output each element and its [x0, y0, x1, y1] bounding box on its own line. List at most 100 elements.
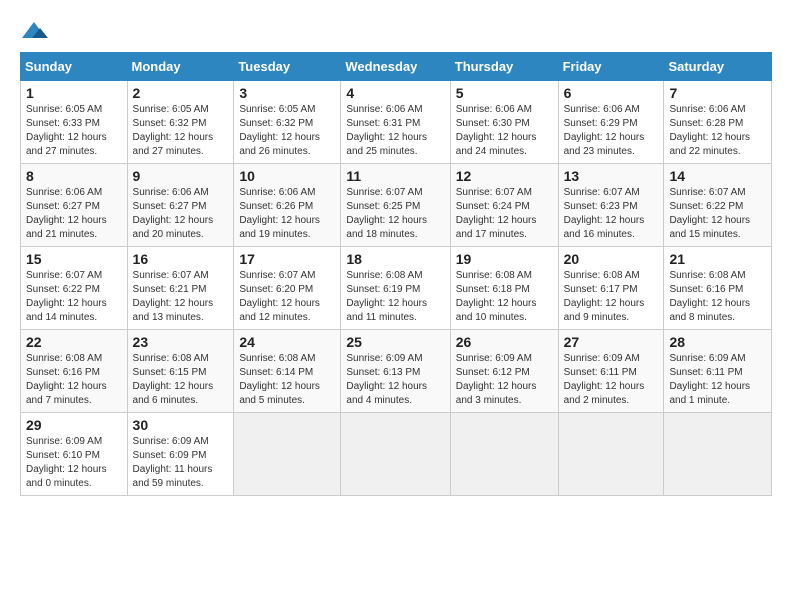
calendar-day-cell: 12 Sunrise: 6:07 AMSunset: 6:24 PMDayligh… — [450, 164, 558, 247]
calendar-day-cell: 13 Sunrise: 6:07 AMSunset: 6:23 PMDayligh… — [558, 164, 664, 247]
day-info: Sunrise: 6:09 AMSunset: 6:11 PMDaylight:… — [564, 352, 659, 408]
day-info: Sunrise: 6:07 AMSunset: 6:22 PMDaylight:… — [26, 269, 122, 325]
calendar-day-cell: 4Sunrise: 6:06 AMSunset: 6:31 PMDaylight… — [341, 81, 450, 164]
weekday-header-cell: Wednesday — [341, 53, 450, 81]
day-info: Sunrise: 6:05 AMSunset: 6:32 PMDaylight:… — [239, 103, 335, 159]
day-info: Sunrise: 6:06 AMSunset: 6:26 PMDaylight:… — [239, 186, 335, 242]
day-number: 7 — [669, 85, 766, 101]
day-info: Sunrise: 6:06 AMSunset: 6:30 PMDaylight:… — [456, 103, 553, 159]
day-info: Sunrise: 6:05 AMSunset: 6:33 PMDaylight:… — [26, 103, 122, 159]
calendar-day-cell: 2 Sunrise: 6:05 AMSunset: 6:32 PMDaylight… — [127, 81, 234, 164]
day-number: 21 — [669, 251, 766, 267]
calendar-day-cell: 26 Sunrise: 6:09 AMSunset: 6:12 PMDayligh… — [450, 330, 558, 413]
calendar-body: 1Sunrise: 6:05 AMSunset: 6:33 PMDaylight… — [21, 81, 772, 496]
calendar-day-cell: 15 Sunrise: 6:07 AMSunset: 6:22 PMDayligh… — [21, 247, 128, 330]
logo-icon — [20, 20, 48, 42]
day-number: 23 — [133, 334, 229, 350]
day-number: 17 — [239, 251, 335, 267]
day-info: Sunrise: 6:06 AMSunset: 6:31 PMDaylight:… — [346, 103, 444, 159]
calendar-day-cell: 14Sunrise: 6:07 AMSunset: 6:22 PMDayligh… — [664, 164, 772, 247]
weekday-header-cell: Thursday — [450, 53, 558, 81]
calendar-day-cell — [234, 413, 341, 496]
calendar-day-cell: 9 Sunrise: 6:06 AMSunset: 6:27 PMDaylight… — [127, 164, 234, 247]
calendar-table: SundayMondayTuesdayWednesdayThursdayFrid… — [20, 52, 772, 496]
calendar-week-row: 1Sunrise: 6:05 AMSunset: 6:33 PMDaylight… — [21, 81, 772, 164]
calendar-day-cell: 18Sunrise: 6:08 AMSunset: 6:19 PMDayligh… — [341, 247, 450, 330]
calendar-day-cell: 16 Sunrise: 6:07 AMSunset: 6:21 PMDayligh… — [127, 247, 234, 330]
day-info: Sunrise: 6:07 AMSunset: 6:23 PMDaylight:… — [564, 186, 659, 242]
day-info: Sunrise: 6:07 AMSunset: 6:25 PMDaylight:… — [346, 186, 444, 242]
calendar-day-cell: 27 Sunrise: 6:09 AMSunset: 6:11 PMDayligh… — [558, 330, 664, 413]
calendar-day-cell: 19 Sunrise: 6:08 AMSunset: 6:18 PMDayligh… — [450, 247, 558, 330]
day-number: 15 — [26, 251, 122, 267]
day-info: Sunrise: 6:06 AMSunset: 6:29 PMDaylight:… — [564, 103, 659, 159]
day-number: 9 — [133, 168, 229, 184]
calendar-day-cell: 29 Sunrise: 6:09 AMSunset: 6:10 PMDayligh… — [21, 413, 128, 496]
day-number: 24 — [239, 334, 335, 350]
calendar-week-row: 22 Sunrise: 6:08 AMSunset: 6:16 PMDayligh… — [21, 330, 772, 413]
calendar-day-cell: 3Sunrise: 6:05 AMSunset: 6:32 PMDaylight… — [234, 81, 341, 164]
calendar-week-row: 15 Sunrise: 6:07 AMSunset: 6:22 PMDayligh… — [21, 247, 772, 330]
calendar-day-cell: 11 Sunrise: 6:07 AMSunset: 6:25 PMDayligh… — [341, 164, 450, 247]
day-info: Sunrise: 6:09 AMSunset: 6:12 PMDaylight:… — [456, 352, 553, 408]
day-number: 14 — [669, 168, 766, 184]
weekday-header-cell: Friday — [558, 53, 664, 81]
day-number: 5 — [456, 85, 553, 101]
calendar-day-cell: 20 Sunrise: 6:08 AMSunset: 6:17 PMDayligh… — [558, 247, 664, 330]
day-number: 22 — [26, 334, 122, 350]
weekday-header-cell: Sunday — [21, 53, 128, 81]
day-info: Sunrise: 6:06 AMSunset: 6:27 PMDaylight:… — [133, 186, 229, 242]
day-info: Sunrise: 6:07 AMSunset: 6:21 PMDaylight:… — [133, 269, 229, 325]
calendar-day-cell: 22 Sunrise: 6:08 AMSunset: 6:16 PMDayligh… — [21, 330, 128, 413]
calendar-day-cell: 8 Sunrise: 6:06 AMSunset: 6:27 PMDaylight… — [21, 164, 128, 247]
day-number: 30 — [133, 417, 229, 433]
day-number: 27 — [564, 334, 659, 350]
day-number: 10 — [239, 168, 335, 184]
day-info: Sunrise: 6:09 AMSunset: 6:10 PMDaylight:… — [26, 435, 122, 491]
day-info: Sunrise: 6:08 AMSunset: 6:18 PMDaylight:… — [456, 269, 553, 325]
day-info: Sunrise: 6:06 AMSunset: 6:27 PMDaylight:… — [26, 186, 122, 242]
calendar-day-cell: 1Sunrise: 6:05 AMSunset: 6:33 PMDaylight… — [21, 81, 128, 164]
calendar-day-cell: 23 Sunrise: 6:08 AMSunset: 6:15 PMDayligh… — [127, 330, 234, 413]
day-info: Sunrise: 6:08 AMSunset: 6:16 PMDaylight:… — [26, 352, 122, 408]
calendar-day-cell: 28Sunrise: 6:09 AMSunset: 6:11 PMDayligh… — [664, 330, 772, 413]
weekday-header-cell: Saturday — [664, 53, 772, 81]
calendar-day-cell: 10 Sunrise: 6:06 AMSunset: 6:26 PMDayligh… — [234, 164, 341, 247]
day-number: 2 — [133, 85, 229, 101]
logo — [20, 20, 52, 42]
calendar-day-cell — [450, 413, 558, 496]
day-number: 20 — [564, 251, 659, 267]
day-info: Sunrise: 6:09 AMSunset: 6:09 PMDaylight:… — [133, 435, 229, 491]
page-header — [20, 20, 772, 42]
calendar-day-cell: 30 Sunrise: 6:09 AMSunset: 6:09 PMDayligh… — [127, 413, 234, 496]
weekday-header-row: SundayMondayTuesdayWednesdayThursdayFrid… — [21, 53, 772, 81]
calendar-day-cell: 21Sunrise: 6:08 AMSunset: 6:16 PMDayligh… — [664, 247, 772, 330]
weekday-header-cell: Monday — [127, 53, 234, 81]
day-info: Sunrise: 6:09 AMSunset: 6:13 PMDaylight:… — [346, 352, 444, 408]
day-number: 29 — [26, 417, 122, 433]
day-info: Sunrise: 6:06 AMSunset: 6:28 PMDaylight:… — [669, 103, 766, 159]
calendar-week-row: 29 Sunrise: 6:09 AMSunset: 6:10 PMDayligh… — [21, 413, 772, 496]
calendar-day-cell: 7 Sunrise: 6:06 AMSunset: 6:28 PMDaylight… — [664, 81, 772, 164]
day-number: 16 — [133, 251, 229, 267]
day-number: 13 — [564, 168, 659, 184]
calendar-day-cell: 25Sunrise: 6:09 AMSunset: 6:13 PMDayligh… — [341, 330, 450, 413]
calendar-day-cell — [558, 413, 664, 496]
calendar-day-cell: 17 Sunrise: 6:07 AMSunset: 6:20 PMDayligh… — [234, 247, 341, 330]
day-number: 19 — [456, 251, 553, 267]
calendar-week-row: 8 Sunrise: 6:06 AMSunset: 6:27 PMDaylight… — [21, 164, 772, 247]
day-info: Sunrise: 6:08 AMSunset: 6:19 PMDaylight:… — [346, 269, 444, 325]
day-info: Sunrise: 6:08 AMSunset: 6:14 PMDaylight:… — [239, 352, 335, 408]
day-info: Sunrise: 6:08 AMSunset: 6:17 PMDaylight:… — [564, 269, 659, 325]
day-info: Sunrise: 6:05 AMSunset: 6:32 PMDaylight:… — [133, 103, 229, 159]
day-number: 11 — [346, 168, 444, 184]
day-info: Sunrise: 6:08 AMSunset: 6:15 PMDaylight:… — [133, 352, 229, 408]
day-number: 26 — [456, 334, 553, 350]
calendar-day-cell: 24 Sunrise: 6:08 AMSunset: 6:14 PMDayligh… — [234, 330, 341, 413]
day-number: 8 — [26, 168, 122, 184]
day-info: Sunrise: 6:07 AMSunset: 6:24 PMDaylight:… — [456, 186, 553, 242]
day-info: Sunrise: 6:09 AMSunset: 6:11 PMDaylight:… — [669, 352, 766, 408]
day-info: Sunrise: 6:07 AMSunset: 6:20 PMDaylight:… — [239, 269, 335, 325]
weekday-header-cell: Tuesday — [234, 53, 341, 81]
day-number: 12 — [456, 168, 553, 184]
